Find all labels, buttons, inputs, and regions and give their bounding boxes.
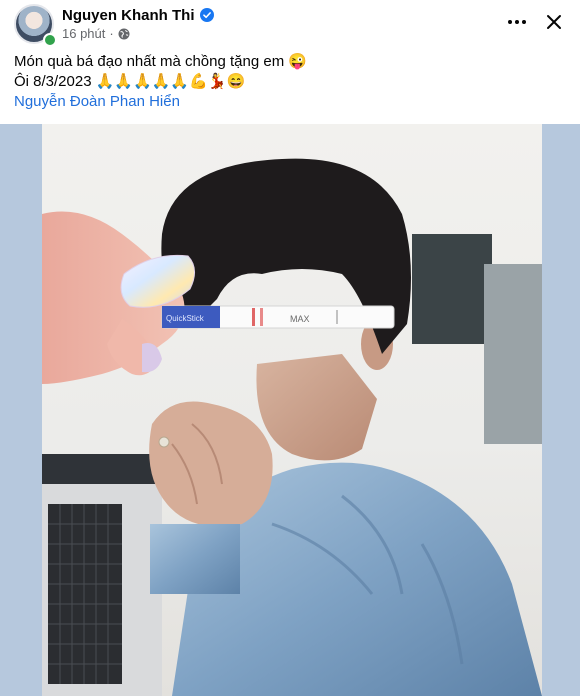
facebook-post: Nguyen Khanh Thi 16 phút · Món quà bá đạ… — [0, 0, 580, 696]
background-screen — [484, 264, 542, 444]
tagged-user-link[interactable]: Nguyễn Đoàn Phan Hiển — [14, 92, 566, 112]
post-caption: Món quà bá đạo nhất mà chồng tặng em 😜 Ô… — [14, 52, 566, 112]
close-button[interactable] — [540, 8, 568, 36]
post-photo[interactable]: QuickStick MAX — [42, 124, 542, 696]
author-name[interactable]: Nguyen Khanh Thi — [62, 7, 195, 24]
verified-badge-icon — [199, 8, 214, 22]
post-meta: 16 phút · — [62, 26, 130, 41]
caption-line-2: Ôi 8/3/2023 🙏🙏🙏🙏🙏💪💃😄 — [14, 73, 246, 90]
author-name-row: Nguyen Khanh Thi — [62, 5, 214, 25]
more-options-icon — [508, 20, 526, 24]
caption-line-1: Món quà bá đạo nhất mà chồng tặng em 😜 — [14, 53, 308, 70]
meta-separator: · — [109, 26, 114, 41]
online-status-dot — [43, 33, 57, 47]
test-strip-brand: QuickStick — [166, 314, 205, 323]
more-options-button[interactable] — [502, 10, 532, 34]
photo-scene: QuickStick MAX — [42, 158, 542, 696]
laptop-keyboard — [48, 504, 122, 684]
test-line — [252, 308, 255, 326]
globe-icon[interactable] — [118, 28, 130, 40]
face — [256, 354, 377, 461]
close-icon — [547, 15, 561, 29]
nail-2 — [142, 343, 162, 373]
post-photo-frame[interactable]: QuickStick MAX — [0, 124, 580, 696]
ring — [158, 436, 170, 448]
background-monitor — [412, 234, 492, 344]
clasped-hands — [149, 401, 273, 527]
shirt-cuff — [150, 524, 240, 594]
control-line — [260, 308, 263, 326]
post-timestamp[interactable]: 16 phút — [62, 26, 105, 41]
test-strip-max: MAX — [290, 314, 310, 324]
post-header: Nguyen Khanh Thi 16 phút · — [0, 0, 580, 48]
